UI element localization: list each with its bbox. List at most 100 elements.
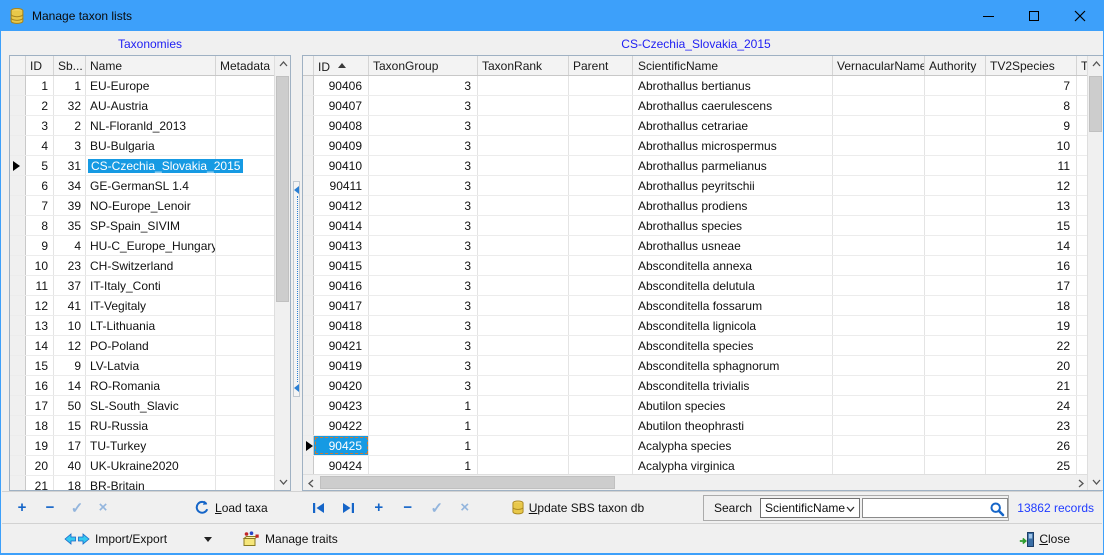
cell-name[interactable]: CH-Switzerland [86, 256, 216, 275]
cell-sb[interactable]: 31 [54, 156, 86, 175]
cell-scientificname[interactable]: Absconditella delutula [633, 276, 833, 295]
cell-id[interactable]: 12 [26, 296, 54, 315]
cell-tv2species[interactable]: 19 [986, 316, 1077, 335]
cell-taxongroup[interactable]: 3 [369, 296, 478, 315]
cell-vernacularname[interactable] [833, 256, 925, 275]
table-row[interactable]: 90422 1 Abutilon theophrasti 23 [303, 416, 1089, 436]
cell-parent[interactable] [569, 196, 633, 215]
cell-scientificname[interactable]: Abutilon species [633, 396, 833, 415]
table-row[interactable]: 19 17 TU-Turkey [10, 436, 275, 456]
cell-vernacularname[interactable] [833, 176, 925, 195]
cell-authority[interactable] [925, 156, 986, 175]
cell-authority[interactable] [925, 416, 986, 435]
taxonomies-cancel-button[interactable]: × [94, 499, 112, 517]
cell-scientificname[interactable]: Absconditella lignicola [633, 316, 833, 335]
taxon-add-button[interactable]: + [370, 499, 388, 517]
cell-tv2species[interactable]: 24 [986, 396, 1077, 415]
cell-tv2species[interactable]: 9 [986, 116, 1077, 135]
cell-taxonrank[interactable] [478, 236, 569, 255]
cell-parent[interactable] [569, 96, 633, 115]
cell-scientificname[interactable]: Abrothallus peyritschii [633, 176, 833, 195]
cell-id[interactable]: 5 [26, 156, 54, 175]
cell-sb[interactable]: 1 [54, 76, 86, 95]
table-row[interactable]: 4 3 BU-Bulgaria [10, 136, 275, 156]
cell-name[interactable]: SP-Spain_SIVIM [86, 216, 216, 235]
cell-authority[interactable] [925, 296, 986, 315]
table-row[interactable]: 14 12 PO-Poland [10, 336, 275, 356]
last-record-button[interactable] [340, 499, 358, 517]
maximize-button[interactable] [1011, 1, 1057, 31]
cell-id[interactable]: 1 [26, 76, 54, 95]
cell-scientificname[interactable]: Absconditella trivialis [633, 376, 833, 395]
taxonomies-post-button[interactable]: ✓ [68, 499, 86, 517]
cell-taxonrank[interactable] [478, 436, 569, 455]
cell-taxonrank[interactable] [478, 276, 569, 295]
table-row[interactable]: 90412 3 Abrothallus prodiens 13 [303, 196, 1089, 216]
cell-id[interactable]: 20 [26, 456, 54, 475]
cell-metadata[interactable] [216, 76, 275, 95]
cell-id[interactable]: 13 [26, 316, 54, 335]
cell-sb[interactable]: 41 [54, 296, 86, 315]
table-row[interactable]: 1 1 EU-Europe [10, 76, 275, 96]
cell-name[interactable]: UK-Ukraine2020 [86, 456, 216, 475]
table-row[interactable]: 90406 3 Abrothallus bertianus 7 [303, 76, 1089, 96]
cell-id[interactable]: 90417 [314, 296, 369, 315]
table-row[interactable]: 90407 3 Abrothallus caerulescens 8 [303, 96, 1089, 116]
cell-id[interactable]: 9 [26, 236, 54, 255]
cell-metadata[interactable] [216, 376, 275, 395]
cell-scientificname[interactable]: Abrothallus species [633, 216, 833, 235]
cell-id[interactable]: 14 [26, 336, 54, 355]
cell-scientificname[interactable]: Absconditella species [633, 336, 833, 355]
cell-tv2species[interactable]: 26 [986, 436, 1077, 455]
table-row[interactable]: 11 37 IT-Italy_Conti [10, 276, 275, 296]
cell-authority[interactable] [925, 316, 986, 335]
table-row[interactable]: 90410 3 Abrothallus parmelianus 11 [303, 156, 1089, 176]
cell-taxonrank[interactable] [478, 296, 569, 315]
cell-authority[interactable] [925, 76, 986, 95]
cell-id[interactable]: 90412 [314, 196, 369, 215]
cell-authority[interactable] [925, 436, 986, 455]
cell-tv2species[interactable]: 23 [986, 416, 1077, 435]
cell-authority[interactable] [925, 256, 986, 275]
cell-sb[interactable]: 15 [54, 416, 86, 435]
cell-taxonrank[interactable] [478, 396, 569, 415]
cell-id[interactable]: 90420 [314, 376, 369, 395]
cell-id[interactable]: 90419 [314, 356, 369, 375]
cell-taxongroup[interactable]: 1 [369, 436, 478, 455]
taxonomies-delete-button[interactable]: − [41, 499, 59, 517]
cell-name[interactable]: EU-Europe [86, 76, 216, 95]
cell-tv2species[interactable]: 20 [986, 356, 1077, 375]
column-header-metadata[interactable]: Metadata [216, 56, 275, 75]
cell-scientificname[interactable]: Abrothallus parmelianus [633, 156, 833, 175]
taxon-horizontal-scrollbar[interactable] [303, 474, 1089, 490]
cell-taxongroup[interactable]: 3 [369, 116, 478, 135]
table-row[interactable]: 15 9 LV-Latvia [10, 356, 275, 376]
cell-scientificname[interactable]: Absconditella annexa [633, 256, 833, 275]
first-record-button[interactable] [310, 499, 328, 517]
cell-name[interactable]: IT-Italy_Conti [86, 276, 216, 295]
cell-taxonrank[interactable] [478, 336, 569, 355]
cell-taxongroup[interactable]: 1 [369, 416, 478, 435]
cell-id[interactable]: 16 [26, 376, 54, 395]
cell-metadata[interactable] [216, 356, 275, 375]
cell-scientificname[interactable]: Abrothallus caerulescens [633, 96, 833, 115]
column-header-id[interactable]: ID [26, 56, 54, 75]
cell-authority[interactable] [925, 396, 986, 415]
cell-id[interactable]: 4 [26, 136, 54, 155]
cell-vernacularname[interactable] [833, 456, 925, 474]
table-row[interactable]: 20 40 UK-Ukraine2020 [10, 456, 275, 476]
cell-sb[interactable]: 12 [54, 336, 86, 355]
table-row[interactable]: 90413 3 Abrothallus usneae 14 [303, 236, 1089, 256]
cell-vernacularname[interactable] [833, 196, 925, 215]
cell-metadata[interactable] [216, 296, 275, 315]
cell-scientificname[interactable]: Abrothallus bertianus [633, 76, 833, 95]
table-row[interactable]: 3 2 NL-Floranld_2013 [10, 116, 275, 136]
cell-sb[interactable]: 40 [54, 456, 86, 475]
cell-authority[interactable] [925, 116, 986, 135]
taxonomies-add-button[interactable]: + [13, 499, 31, 517]
cell-taxongroup[interactable]: 3 [369, 376, 478, 395]
cell-vernacularname[interactable] [833, 396, 925, 415]
cell-id[interactable]: 10 [26, 256, 54, 275]
cell-id[interactable]: 90410 [314, 156, 369, 175]
table-row[interactable]: 90411 3 Abrothallus peyritschii 12 [303, 176, 1089, 196]
